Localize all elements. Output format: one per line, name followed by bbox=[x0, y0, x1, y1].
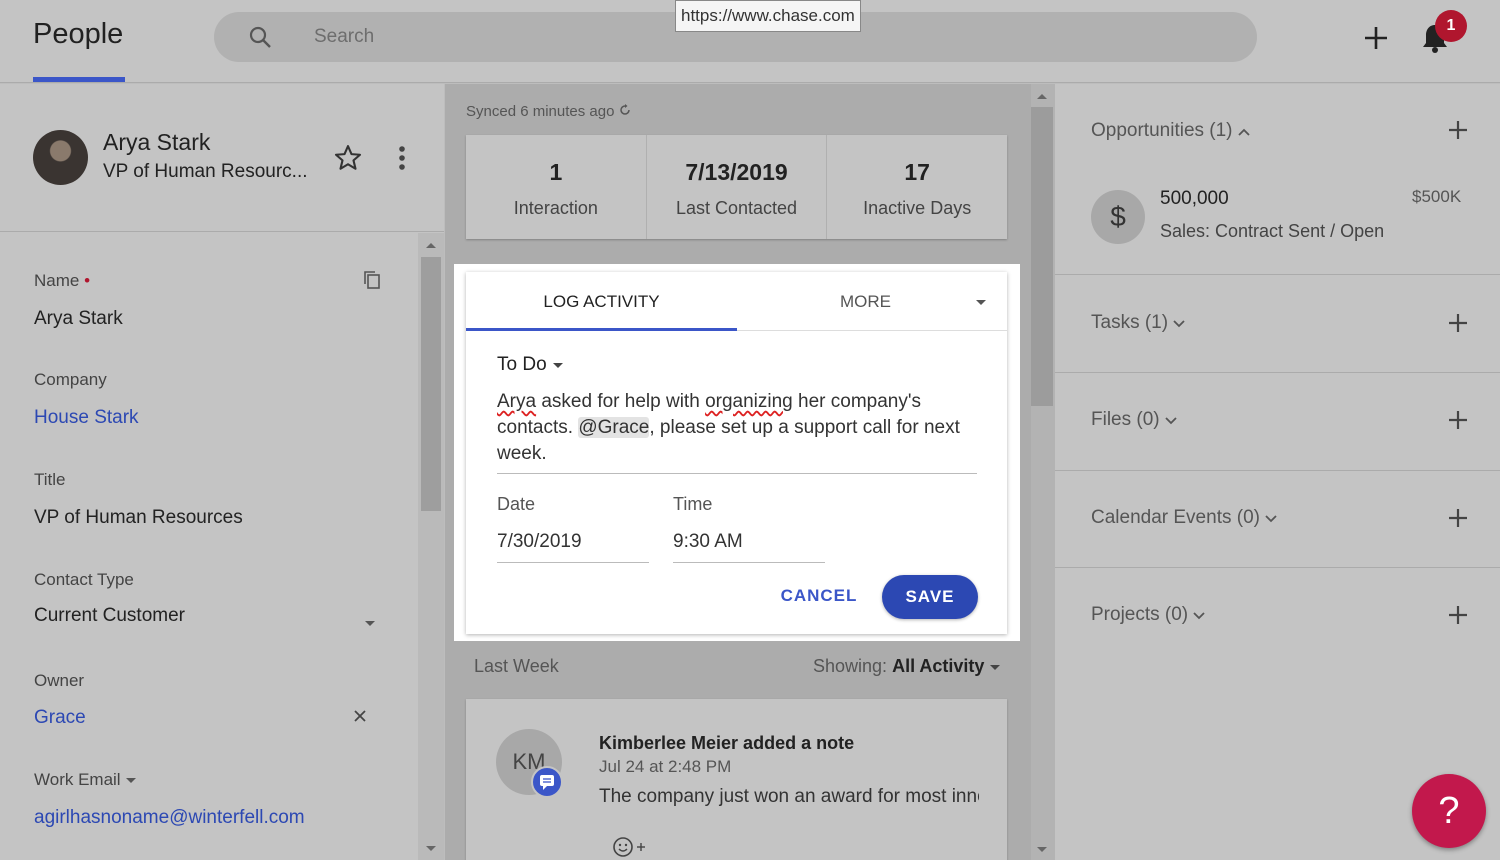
feed-section-heading: Last Week bbox=[474, 656, 559, 676]
star-icon[interactable] bbox=[333, 143, 363, 178]
work-email-link[interactable]: agirlhasnoname@winterfell.com bbox=[34, 807, 305, 829]
clear-icon[interactable] bbox=[352, 708, 368, 729]
files-header[interactable]: Files (0) bbox=[1091, 409, 1177, 431]
tasks-section: Tasks (1) bbox=[1055, 276, 1500, 373]
log-activity-highlight: LOG ACTIVITY MORE To Do Arya asked for h… bbox=[454, 264, 1020, 641]
add-icon[interactable] bbox=[1362, 24, 1390, 57]
contact-fields: Name • Arya Stark Company House Stark Ti… bbox=[0, 233, 418, 860]
log-activity-card: LOG ACTIVITY MORE To Do Arya asked for h… bbox=[466, 272, 1007, 634]
owner-label: Owner bbox=[34, 671, 85, 690]
stat-interactions: 1 Interaction bbox=[466, 135, 647, 239]
top-bar: People https://www.chase.com 1 bbox=[0, 0, 1500, 83]
opportunity-name[interactable]: 500,000 bbox=[1160, 188, 1229, 210]
activity-filter[interactable]: Showing: All Activity bbox=[813, 656, 1001, 677]
contact-detail-panel: Arya Stark VP of Human Resourc... Name •… bbox=[0, 84, 444, 860]
scroll-up-icon[interactable] bbox=[425, 241, 437, 249]
scroll-up-icon[interactable] bbox=[1036, 92, 1048, 100]
chevron-down-icon bbox=[975, 272, 987, 331]
contact-type-select[interactable]: Current Customer bbox=[34, 605, 185, 627]
opportunities-section: Opportunities (1) $ 500,000 Sales: Contr… bbox=[1055, 84, 1500, 275]
cancel-button[interactable]: CANCEL bbox=[769, 576, 869, 616]
profile-header: Arya Stark VP of Human Resourc... bbox=[0, 84, 444, 232]
name-value[interactable]: Arya Stark bbox=[34, 308, 123, 330]
note-divider bbox=[497, 473, 977, 474]
active-tab-indicator bbox=[33, 77, 125, 82]
feed-body: The company just won an award for most i… bbox=[599, 786, 979, 807]
time-field[interactable]: 9:30 AM bbox=[673, 531, 825, 563]
chevron-down-icon bbox=[1173, 320, 1185, 328]
tab-log-activity[interactable]: LOG ACTIVITY bbox=[466, 272, 737, 331]
files-section: Files (0) bbox=[1055, 374, 1500, 471]
add-file-icon[interactable] bbox=[1447, 409, 1469, 436]
sync-icon bbox=[619, 104, 630, 115]
calendar-events-section: Calendar Events (0) bbox=[1055, 472, 1500, 568]
feed-title: Kimberlee Meier added a note bbox=[599, 733, 855, 753]
search-icon bbox=[248, 25, 272, 54]
opportunity-value: $500K bbox=[1412, 187, 1462, 206]
middle-scrollbar-thumb[interactable] bbox=[1031, 107, 1053, 406]
url-tooltip: https://www.chase.com bbox=[675, 0, 861, 32]
company-link[interactable]: House Stark bbox=[34, 407, 139, 429]
name-label: Name • bbox=[34, 271, 91, 290]
stats-card: 1 Interaction 7/13/2019 Last Contacted 1… bbox=[466, 135, 1007, 239]
add-reaction-icon[interactable] bbox=[612, 836, 652, 860]
notification-badge[interactable]: 1 bbox=[1435, 10, 1467, 42]
chevron-down-icon bbox=[1165, 417, 1177, 425]
contact-type-label: Contact Type bbox=[34, 570, 134, 589]
stat-inactive-days: 17 Inactive Days bbox=[863, 159, 972, 218]
chevron-down-icon bbox=[990, 665, 1001, 670]
dollar-icon: $ bbox=[1091, 190, 1145, 244]
add-calendar-event-icon[interactable] bbox=[1447, 507, 1469, 534]
note-icon bbox=[531, 766, 563, 798]
chevron-down-icon bbox=[126, 778, 137, 783]
feed-item: KM Kimberlee Meier added a note Jul 24 a… bbox=[466, 699, 1007, 860]
save-button[interactable]: SAVE bbox=[882, 575, 978, 619]
page-title: People bbox=[33, 18, 124, 50]
opportunity-stage: Sales: Contract Sent / Open bbox=[1160, 221, 1385, 241]
add-opportunity-icon[interactable] bbox=[1447, 119, 1469, 146]
projects-header[interactable]: Projects (0) bbox=[1091, 604, 1206, 626]
contact-title: VP of Human Resourc... bbox=[103, 161, 308, 182]
scroll-down-icon[interactable] bbox=[1036, 846, 1048, 854]
title-value[interactable]: VP of Human Resources bbox=[34, 507, 243, 529]
user-mention[interactable]: @Grace bbox=[578, 417, 650, 438]
company-label: Company bbox=[34, 370, 107, 389]
opportunities-header[interactable]: Opportunities (1) bbox=[1091, 120, 1250, 142]
add-project-icon[interactable] bbox=[1447, 604, 1469, 631]
stat-last-contacted: 7/13/2019 Last Contacted bbox=[647, 135, 828, 239]
activity-panel: Synced 6 minutes ago 1 Interaction 7/13/… bbox=[445, 84, 1055, 860]
calendar-events-header[interactable]: Calendar Events (0) bbox=[1091, 507, 1277, 529]
more-vert-icon[interactable] bbox=[392, 143, 412, 178]
chevron-down-icon bbox=[1265, 515, 1277, 523]
date-label: Date bbox=[497, 494, 536, 514]
date-field[interactable]: 7/30/2019 bbox=[497, 531, 649, 563]
activity-type-select[interactable]: To Do bbox=[497, 354, 564, 376]
left-scrollbar[interactable] bbox=[418, 233, 444, 860]
activity-note-textarea[interactable]: Arya asked for help with organizing her … bbox=[497, 389, 977, 467]
copy-icon[interactable] bbox=[362, 269, 382, 296]
help-button[interactable]: ? bbox=[1412, 774, 1486, 848]
projects-section: Projects (0) bbox=[1055, 569, 1500, 666]
feed-timestamp: Jul 24 at 2:48 PM bbox=[599, 757, 732, 776]
contact-name: Arya Stark bbox=[103, 129, 211, 155]
tasks-header[interactable]: Tasks (1) bbox=[1091, 312, 1185, 334]
tab-more[interactable]: MORE bbox=[737, 272, 1007, 331]
chevron-down-icon bbox=[1193, 612, 1206, 620]
left-scrollbar-thumb[interactable] bbox=[421, 257, 441, 511]
required-indicator: • bbox=[84, 271, 91, 290]
time-label: Time bbox=[673, 494, 713, 514]
work-email-label[interactable]: Work Email bbox=[34, 770, 137, 790]
middle-scrollbar[interactable] bbox=[1031, 84, 1055, 860]
related-panel: Opportunities (1) $ 500,000 Sales: Contr… bbox=[1055, 84, 1500, 860]
owner-link[interactable]: Grace bbox=[34, 707, 86, 729]
add-task-icon[interactable] bbox=[1447, 312, 1469, 339]
chevron-down-icon bbox=[552, 363, 563, 368]
avatar bbox=[33, 130, 88, 185]
chevron-up-icon bbox=[1238, 128, 1250, 136]
chevron-down-icon[interactable] bbox=[364, 615, 376, 633]
scroll-down-icon[interactable] bbox=[425, 845, 437, 853]
title-label: Title bbox=[34, 470, 66, 489]
sync-status: Synced 6 minutes ago bbox=[466, 103, 631, 120]
